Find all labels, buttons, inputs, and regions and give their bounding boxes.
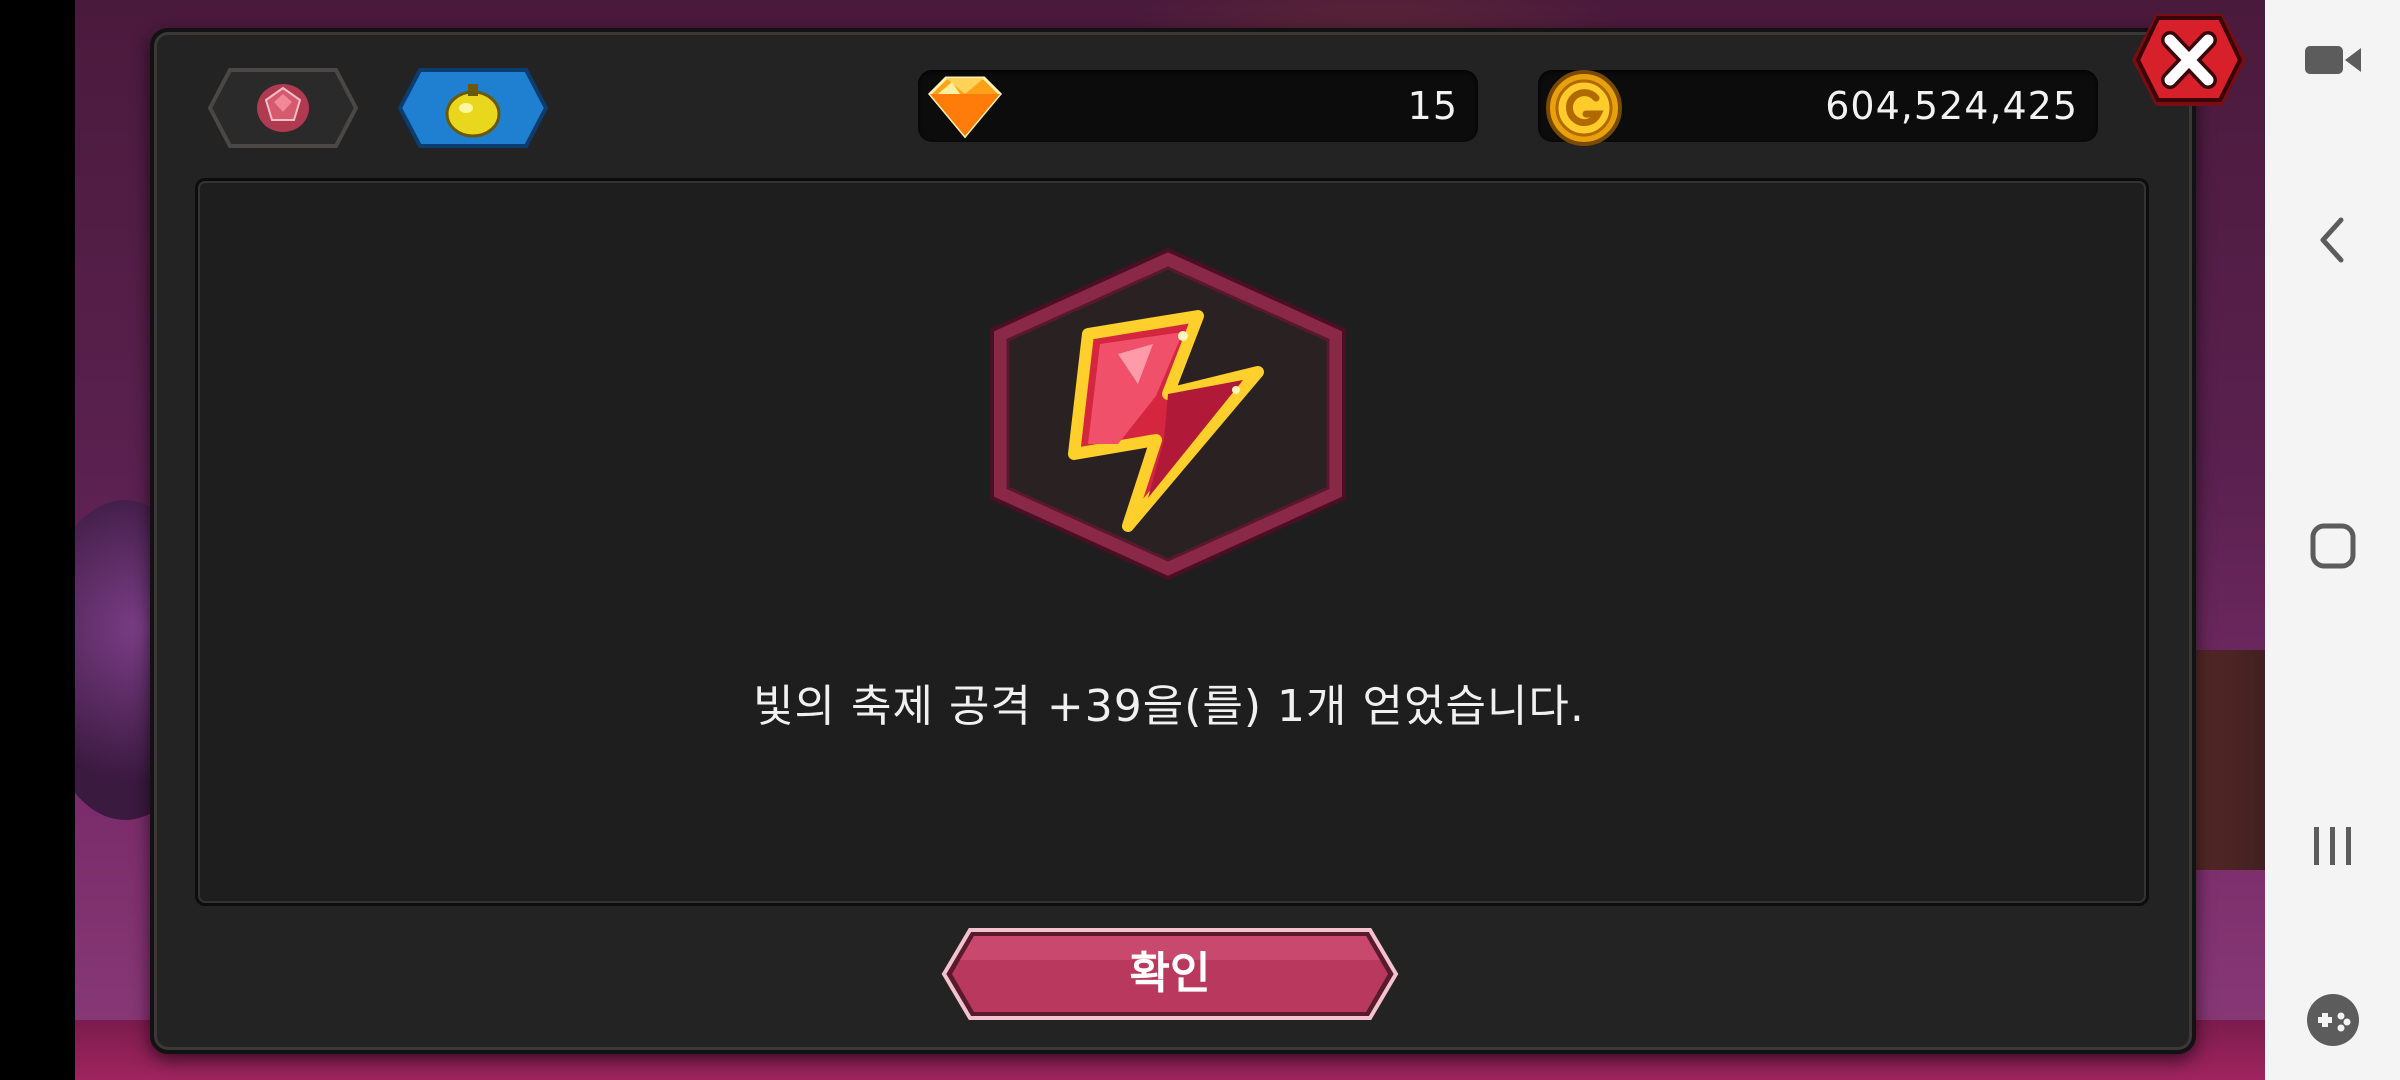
reward-message: 빛의 축제 공격 +39을(를) 1개 얻었습니다. [753, 681, 1585, 732]
video-camera-icon[interactable] [2265, 30, 2400, 90]
gem-icon [257, 84, 309, 132]
confirm-button[interactable]: 확인 [940, 926, 1400, 1022]
close-button[interactable] [2128, 8, 2250, 112]
diamond-count: 15 [1407, 84, 1458, 128]
gold-currency: 604,524,425 [1538, 70, 2098, 146]
home-icon[interactable] [2265, 516, 2400, 576]
red-lightning-gem-icon [990, 247, 1346, 581]
diamond-icon [927, 76, 1003, 139]
reward-item [978, 244, 1358, 584]
gold-coin-icon [1546, 70, 1622, 146]
confirm-button-label: 확인 [1129, 948, 1211, 999]
back-icon[interactable] [2265, 210, 2400, 270]
diamond-currency: 15 [918, 70, 1478, 142]
system-navigation-bar [2265, 0, 2400, 1080]
tab-potion[interactable] [398, 66, 548, 150]
gold-count: 604,524,425 [1825, 84, 2078, 128]
close-icon [2132, 14, 2246, 106]
tab-gem[interactable] [208, 66, 358, 150]
recent-apps-icon[interactable] [2265, 816, 2400, 876]
game-launcher-icon[interactable] [2265, 990, 2400, 1050]
